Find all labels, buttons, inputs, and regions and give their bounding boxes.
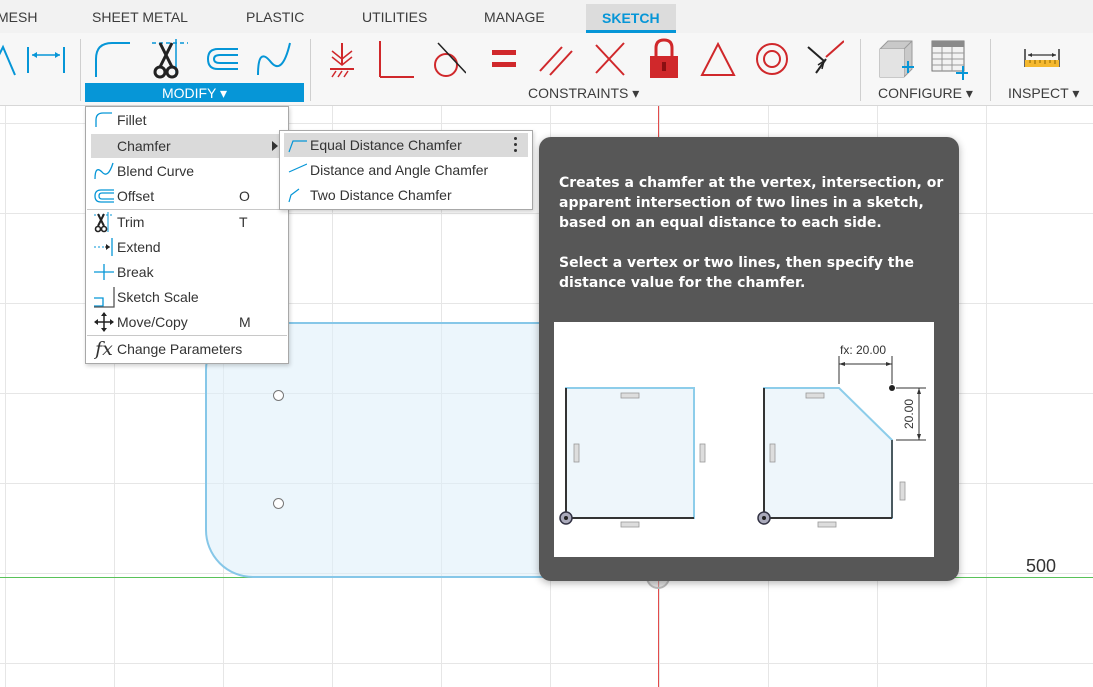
menu-item-trim[interactable]: Trim T	[87, 210, 287, 234]
menu-item-label: Trim	[117, 214, 145, 230]
break-icon	[92, 261, 116, 283]
measure-ruler-icon[interactable]	[1022, 37, 1062, 81]
sketch-point[interactable]	[273, 498, 284, 509]
fillet-icon	[92, 109, 116, 131]
dimension-horizontal: fx: 20.00	[840, 343, 887, 357]
inspect-dropdown[interactable]: INSPECT ▾	[1008, 85, 1079, 102]
tooltip-illustration: fx: 20.00 20.00	[554, 322, 934, 557]
modify-dropdown[interactable]: MODIFY ▾	[85, 83, 304, 102]
menu-item-label: Two Distance Chamfer	[310, 187, 452, 203]
tab-sketch[interactable]: SKETCH	[586, 4, 676, 33]
triangle-tool-icon[interactable]	[0, 37, 22, 81]
offset-icon	[92, 185, 116, 207]
configure-dropdown[interactable]: CONFIGURE ▾	[878, 85, 973, 102]
fx-icon: fx	[95, 338, 113, 360]
ribbon-tab-bar: MESH SHEET METAL PLASTIC UTILITIES MANAG…	[0, 0, 1093, 33]
menu-item-equal-distance-chamfer[interactable]: Equal Distance Chamfer	[284, 133, 528, 157]
tooltip-instructions: Select a vertex or two lines, then speci…	[559, 255, 914, 291]
dimension-label[interactable]: 500	[1026, 556, 1056, 577]
menu-item-label: Distance and Angle Chamfer	[310, 162, 489, 178]
menu-item-extend[interactable]: Extend	[87, 235, 287, 259]
menu-separator	[87, 335, 287, 336]
configure-box-icon[interactable]	[874, 37, 914, 81]
dimension-line-icon[interactable]	[26, 37, 66, 81]
menu-item-label: Blend Curve	[117, 163, 195, 179]
toolbar-separator	[310, 39, 311, 101]
command-tooltip: Creates a chamfer at the vertex, interse…	[539, 137, 959, 581]
menu-item-label: Extend	[117, 239, 161, 255]
two-distance-chamfer-icon	[286, 184, 308, 206]
sketch-scale-icon	[92, 286, 116, 308]
trim-icon[interactable]	[150, 37, 190, 81]
modify-menu: Fillet Chamfer Blend Curve Offset O Trim…	[85, 106, 289, 364]
distance-angle-chamfer-icon	[286, 159, 308, 181]
menu-item-chamfer[interactable]: Chamfer	[91, 134, 285, 158]
tab-mesh[interactable]: MESH	[0, 9, 37, 25]
menu-item-sketch-scale[interactable]: Sketch Scale	[87, 285, 287, 309]
ribbon-toolbar: MODIFY ▾ CONSTRAINTS ▾ CONFIGURE ▾ INSPE…	[0, 33, 1093, 106]
menu-item-break[interactable]: Break	[87, 260, 287, 284]
parallel-constraint-icon[interactable]	[536, 37, 576, 81]
chamfer-submenu: Equal Distance Chamfer Distance and Angl…	[279, 130, 533, 210]
shortcut-key: T	[239, 214, 248, 230]
menu-item-two-distance-chamfer[interactable]: Two Distance Chamfer	[284, 183, 528, 207]
perpendicular-constraint-icon[interactable]	[374, 37, 414, 81]
blend-curve-icon[interactable]	[254, 37, 294, 81]
move-copy-icon	[92, 311, 116, 333]
toolbar-separator	[80, 39, 81, 101]
dimension-vertical: 20.00	[902, 398, 916, 430]
menu-item-distance-and-angle-chamfer[interactable]: Distance and Angle Chamfer	[284, 158, 528, 182]
menu-item-label: Fillet	[117, 112, 147, 128]
equal-distance-chamfer-icon	[286, 134, 308, 156]
concentric-constraint-icon[interactable]	[752, 37, 792, 81]
perpendicular-lines-icon[interactable]	[590, 37, 630, 81]
submenu-arrow-icon	[272, 141, 278, 151]
menu-item-label: Equal Distance Chamfer	[310, 137, 462, 153]
lock-icon[interactable]	[644, 37, 684, 81]
menu-item-offset[interactable]: Offset O	[87, 184, 287, 208]
shortcut-key: O	[239, 188, 250, 204]
menu-item-label: Break	[117, 264, 154, 280]
tab-manage[interactable]: MANAGE	[484, 9, 545, 25]
tab-plastic[interactable]: PLASTIC	[246, 9, 304, 25]
toolbar-separator	[860, 39, 861, 101]
tangent-constraint-icon[interactable]	[426, 37, 466, 81]
menu-item-blend-curve[interactable]: Blend Curve	[87, 159, 287, 183]
trim-icon	[92, 211, 116, 233]
fillet-icon[interactable]	[92, 37, 132, 81]
tab-sheet-metal[interactable]: SHEET METAL	[92, 9, 188, 25]
menu-item-fillet[interactable]: Fillet	[87, 108, 287, 132]
menu-item-label: Chamfer	[117, 138, 171, 154]
extend-icon	[92, 236, 116, 258]
tooltip-description: Creates a chamfer at the vertex, interse…	[559, 175, 944, 231]
constraints-dropdown[interactable]: CONSTRAINTS ▾	[528, 85, 639, 102]
offset-icon[interactable]	[202, 37, 242, 81]
menu-item-label: Sketch Scale	[117, 289, 199, 305]
toolbar-separator	[990, 39, 991, 101]
menu-item-change-parameters[interactable]: fx Change Parameters	[87, 337, 287, 361]
blend-curve-icon	[92, 160, 116, 182]
menu-item-label: Offset	[117, 188, 155, 204]
shortcut-key: M	[239, 314, 251, 330]
menu-item-label: Move/Copy	[117, 314, 188, 330]
equal-constraint-icon[interactable]	[484, 37, 524, 81]
tab-utilities[interactable]: UTILITIES	[362, 9, 427, 25]
configure-table-icon[interactable]	[928, 37, 968, 81]
triangle-constraint-icon[interactable]	[698, 37, 738, 81]
midpoint-constraint-icon[interactable]	[804, 37, 844, 81]
menu-item-move-copy[interactable]: Move/Copy M	[87, 310, 287, 334]
sketch-point[interactable]	[273, 390, 284, 401]
menu-item-label: Change Parameters	[117, 341, 243, 357]
fix-constraint-icon[interactable]	[322, 37, 362, 81]
more-options-icon[interactable]	[514, 136, 518, 154]
